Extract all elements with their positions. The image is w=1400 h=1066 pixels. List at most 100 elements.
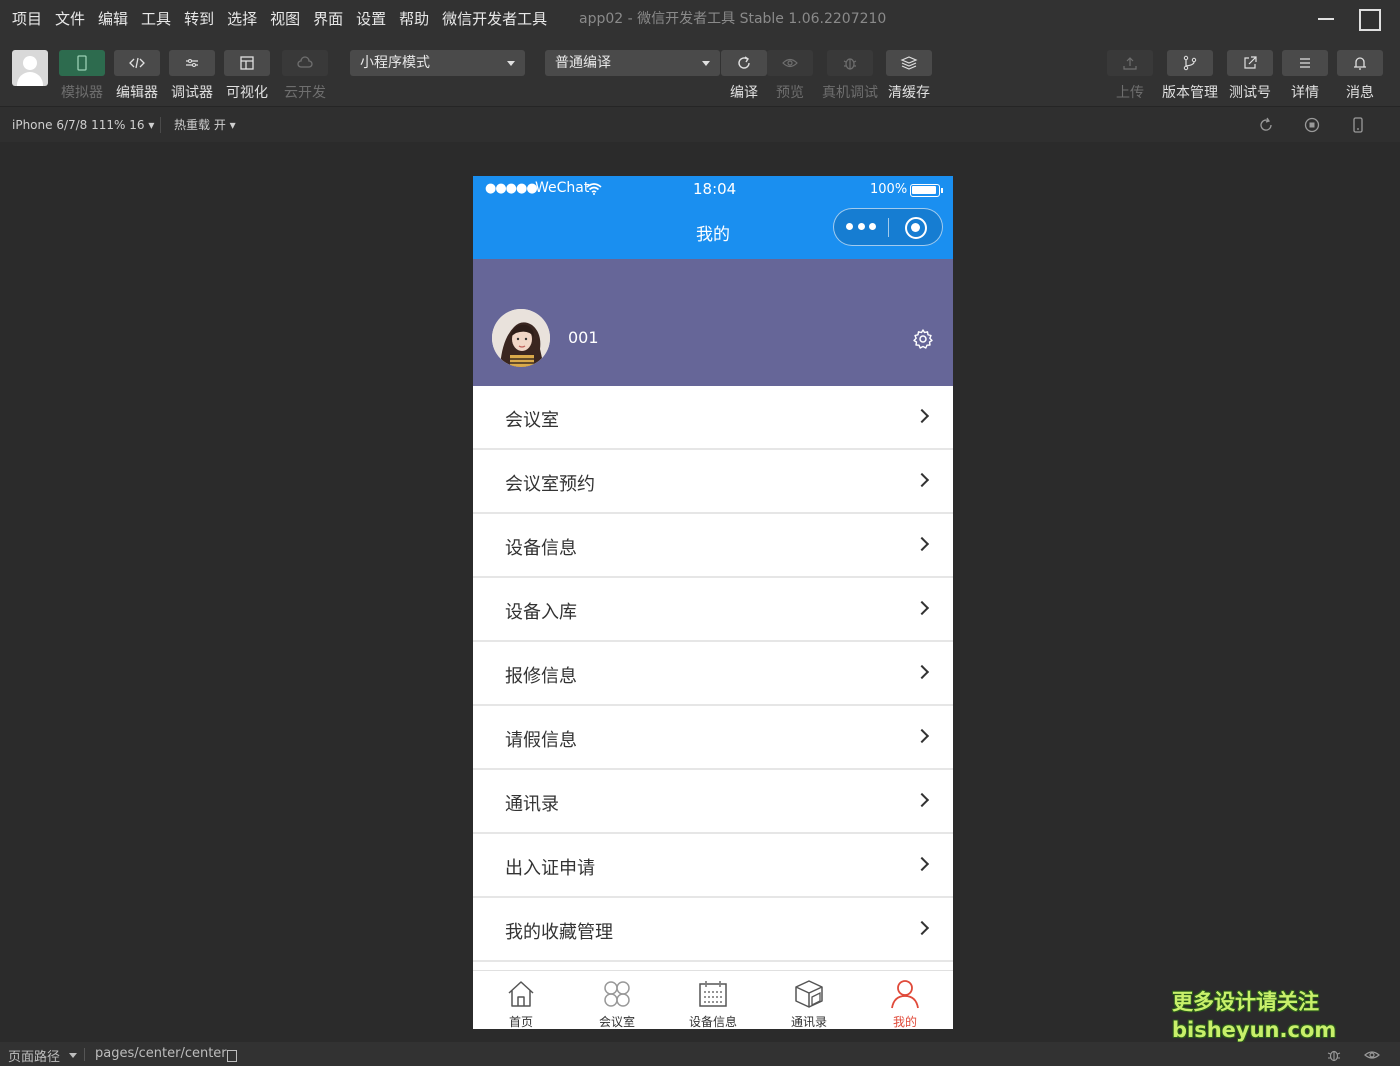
tab-equipment[interactable]: 设备信息 xyxy=(665,971,761,1029)
preview-button[interactable] xyxy=(767,50,813,76)
minimize-button[interactable] xyxy=(1316,8,1338,30)
user-avatar[interactable] xyxy=(12,50,48,86)
debugger-button[interactable] xyxy=(169,50,215,76)
version-button[interactable] xyxy=(1167,50,1213,76)
bug-icon xyxy=(843,58,857,70)
eye-icon[interactable] xyxy=(1364,1047,1380,1063)
details-button[interactable] xyxy=(1282,50,1328,76)
menu-item-label: 设备入库 xyxy=(505,602,577,623)
battery-percent: 100% xyxy=(870,182,908,197)
tab-contacts[interactable]: 通讯录 xyxy=(761,971,857,1029)
menu-item-contacts[interactable]: 通讯录 xyxy=(473,770,953,834)
code-icon xyxy=(129,57,145,69)
menu-item-room-booking[interactable]: 会议室预约 xyxy=(473,450,953,514)
status-bar: 页面路径 pages/center/center xyxy=(0,1042,1400,1066)
remote-debug-button[interactable] xyxy=(827,50,873,76)
menu-settings[interactable]: 设置 xyxy=(356,0,386,38)
status-time: 18:04 xyxy=(693,180,737,198)
box-icon xyxy=(795,980,823,1008)
chevron-right-icon xyxy=(914,920,930,936)
clear-cache-label: 清缓存 xyxy=(888,85,930,101)
eye-icon xyxy=(782,58,798,68)
simulator-bar: iPhone 6/7/8 111% 16 ▾ 热重载 开 ▾ xyxy=(0,106,1400,142)
remote-debug-label: 真机调试 xyxy=(822,85,878,101)
wifi-icon xyxy=(586,183,602,195)
cloud-icon xyxy=(297,56,313,68)
visual-button[interactable] xyxy=(224,50,270,76)
menu-item-meeting-room[interactable]: 会议室 xyxy=(473,386,953,450)
tab-mine[interactable]: 我的 xyxy=(857,971,953,1029)
menu-wechat-devtools[interactable]: 微信开发者工具 xyxy=(442,0,547,38)
menu-item-repair-info[interactable]: 报修信息 xyxy=(473,642,953,706)
tab-home[interactable]: 首页 xyxy=(473,971,569,1029)
tab-label: 会议室 xyxy=(598,1015,635,1029)
simulator-button[interactable] xyxy=(59,50,105,76)
battery-icon xyxy=(910,184,943,197)
menu-tools[interactable]: 工具 xyxy=(141,0,171,38)
phone-simulator: ●●●●● WeChat 18:04 100% 我的 001 会议室 会议室预约… xyxy=(473,176,953,1029)
avatar[interactable] xyxy=(492,309,550,367)
mode-select[interactable]: 小程序模式 xyxy=(350,50,525,76)
maximize-button[interactable] xyxy=(1358,8,1381,31)
bug-icon[interactable] xyxy=(1326,1047,1342,1063)
menu-list: 项目 文件 编辑 工具 转到 选择 视图 界面 设置 帮助 微信开发者工具 xyxy=(0,0,560,38)
home-icon xyxy=(508,981,534,1007)
close-miniprogram-icon[interactable] xyxy=(905,217,927,239)
messages-label: 消息 xyxy=(1346,85,1374,101)
tab-label: 首页 xyxy=(508,1015,533,1029)
messages-button[interactable] xyxy=(1337,50,1383,76)
menu-select[interactable]: 选择 xyxy=(227,0,257,38)
profile-name: 001 xyxy=(568,328,599,347)
menu-interface[interactable]: 界面 xyxy=(313,0,343,38)
refresh-icon xyxy=(738,56,750,69)
menu-item-equipment-stock[interactable]: 设备入库 xyxy=(473,578,953,642)
menu-item-label: 会议室预约 xyxy=(505,474,595,495)
menu-item-label: 通讯录 xyxy=(505,794,559,815)
menu-view[interactable]: 视图 xyxy=(270,0,300,38)
chevron-right-icon xyxy=(914,664,930,680)
compile-button[interactable] xyxy=(721,50,767,76)
clear-cache-button[interactable] xyxy=(886,50,932,76)
rotate-icon[interactable] xyxy=(1257,116,1275,134)
menu-help[interactable]: 帮助 xyxy=(399,0,429,38)
upload-button[interactable] xyxy=(1107,50,1153,76)
more-icon[interactable] xyxy=(846,219,876,233)
tab-meeting-room[interactable]: 会议室 xyxy=(569,971,665,1029)
user-icon xyxy=(891,980,919,1009)
chevron-down-icon xyxy=(69,1053,77,1058)
menu-item-label: 我的收藏管理 xyxy=(505,922,613,943)
menu-file[interactable]: 文件 xyxy=(55,0,85,38)
gear-icon[interactable] xyxy=(912,328,934,350)
menu-project[interactable]: 项目 xyxy=(12,0,42,38)
chevron-right-icon xyxy=(914,856,930,872)
divider xyxy=(84,1048,85,1061)
menu-item-leave-info[interactable]: 请假信息 xyxy=(473,706,953,770)
test-account-button[interactable] xyxy=(1227,50,1273,76)
editor-button[interactable] xyxy=(114,50,160,76)
carrier-name: WeChat xyxy=(535,180,590,196)
stop-icon[interactable] xyxy=(1303,116,1321,134)
device-select[interactable]: iPhone 6/7/8 111% 16 ▾ xyxy=(12,107,154,143)
menu-bar: 项目 文件 编辑 工具 转到 选择 视图 界面 设置 帮助 微信开发者工具 ap… xyxy=(0,0,1400,38)
menu-item-label: 出入证申请 xyxy=(505,858,595,879)
menu-item-favorites[interactable]: 我的收藏管理 xyxy=(473,898,953,962)
chevron-down-icon xyxy=(507,61,515,66)
compile-select[interactable]: 普通编译 xyxy=(545,50,720,76)
cloud-button[interactable] xyxy=(282,50,328,76)
copy-icon[interactable] xyxy=(227,1050,237,1062)
menu-item-equipment-info[interactable]: 设备信息 xyxy=(473,514,953,578)
chevron-right-icon xyxy=(914,792,930,808)
cloud-label: 云开发 xyxy=(284,85,326,101)
menu-item-pass-application[interactable]: 出入证申请 xyxy=(473,834,953,898)
device-icon[interactable] xyxy=(1349,116,1367,134)
profile-header: 001 xyxy=(473,259,953,386)
branch-icon xyxy=(1183,55,1197,71)
menu-goto[interactable]: 转到 xyxy=(184,0,214,38)
hot-reload-select[interactable]: 热重载 开 ▾ xyxy=(174,107,236,143)
debug-icon xyxy=(186,59,198,67)
menu-item-label: 报修信息 xyxy=(505,666,577,687)
menu-edit[interactable]: 编辑 xyxy=(98,0,128,38)
divider xyxy=(160,117,161,133)
page-path-select[interactable]: 页面路径 xyxy=(8,1046,60,1065)
menu-item-label: 请假信息 xyxy=(505,730,577,751)
